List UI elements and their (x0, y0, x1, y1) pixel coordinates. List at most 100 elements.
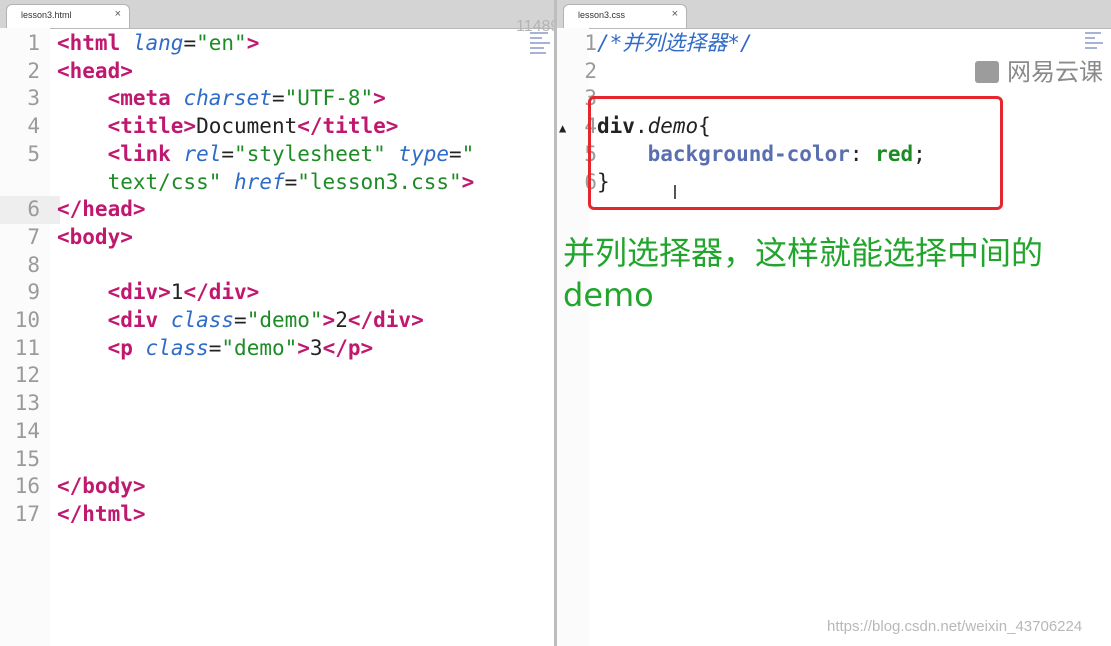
tab-label: lesson3.css (578, 10, 626, 20)
token: "stylesheet" (234, 141, 386, 166)
token: </html> (57, 501, 146, 526)
line-number: 9 (27, 280, 40, 305)
token: </title> (297, 114, 399, 139)
line-number: 15 (14, 446, 40, 471)
html-editor-pane[interactable]: lesson3.html × 1 <html lang="en"> 2 <head> 3… (0, 0, 554, 646)
html-code-area[interactable]: 1 <html lang="en"> 2 <head> 3 <meta charset=… (0, 28, 554, 646)
token: <head> (57, 58, 133, 83)
token: </div> (347, 308, 424, 332)
line-text: <div>1</div> (57, 278, 260, 306)
line-text: </head> (57, 195, 146, 223)
token: Document (196, 114, 298, 139)
token: type (398, 141, 449, 166)
line-number: 1 (584, 31, 597, 55)
token: </body> (57, 474, 146, 499)
token: rel (183, 141, 222, 166)
token: > (322, 308, 336, 332)
token: <p (107, 335, 133, 360)
line-number: 4 (27, 114, 40, 139)
close-icon[interactable]: × (672, 8, 678, 20)
token: "en" (196, 31, 247, 55)
token: = (221, 141, 235, 166)
token: text/css" (107, 169, 222, 194)
token: 2 (335, 308, 348, 332)
fold-arrow-icon[interactable]: ▲ (559, 121, 566, 135)
line-text: </body> (57, 472, 146, 500)
token: <div (107, 308, 159, 332)
line-number: 5 (27, 141, 40, 166)
line-text: text/css" href="lesson3.css"> (57, 168, 475, 196)
close-icon[interactable]: × (115, 8, 121, 20)
watermark-number: 1148931042 (516, 18, 554, 35)
token: class (145, 335, 209, 360)
token: <link (107, 141, 171, 166)
brand-logo-icon (975, 61, 999, 83)
brand-text: 网易云课 (1007, 58, 1103, 86)
line-text: /*并列选择器*/ (597, 29, 753, 57)
token: "demo" (221, 335, 298, 360)
token: = (183, 31, 197, 55)
token: > (297, 335, 310, 360)
token: <title> (107, 114, 197, 139)
line-number: 17 (14, 501, 40, 526)
token: </p> (322, 335, 374, 360)
token: = (208, 335, 222, 360)
line-number: 1 (27, 31, 40, 55)
token: </head> (57, 197, 146, 222)
line-number: 12 (14, 363, 40, 388)
css-editor-pane[interactable]: lesson3.css × 1/*并列选择器*/2 3 4 div.demo{5 ba… (557, 0, 1111, 646)
line-number: 11 (14, 335, 40, 360)
minimap[interactable] (530, 32, 552, 80)
highlight-box (588, 96, 1003, 210)
token: "UTF-8" (284, 86, 374, 111)
line-text: <title>Document</title> (57, 112, 399, 140)
line-text: <link rel="stylesheet" type=" (57, 140, 475, 168)
token: > (246, 31, 260, 55)
token: = (234, 308, 247, 332)
token: </div> (183, 280, 260, 305)
token: > (373, 86, 386, 111)
token: = (284, 169, 298, 194)
line-number: 6 (27, 197, 40, 222)
token: 1 (170, 280, 184, 305)
tab-lesson3-html[interactable]: lesson3.html × (6, 4, 130, 28)
line-number: 2 (27, 58, 40, 83)
line-text: <body> (57, 223, 133, 251)
annotation-text: 并列选择器，这样就能选择中间的 demo (563, 234, 1044, 314)
left-tab-bar: lesson3.html × (0, 0, 554, 29)
token: class (170, 308, 235, 332)
line-text: <p class="demo">3</p> (57, 334, 374, 362)
token: 3 (309, 335, 323, 360)
line-number: 14 (14, 418, 40, 443)
csdn-watermark: https://blog.csdn.net/weixin_43706224 (827, 618, 1083, 635)
line-text: </html> (57, 500, 146, 528)
tab-lesson3-css[interactable]: lesson3.css × (563, 4, 687, 28)
token: "lesson3.css" (297, 169, 462, 194)
token: href (234, 169, 285, 194)
line-text: <html lang="en"> (57, 29, 259, 57)
token: lang (132, 31, 184, 55)
line-number: 16 (14, 474, 40, 499)
token: /*并列选择器*/ (597, 31, 753, 55)
token: charset (183, 86, 272, 111)
line-number: 2 (584, 58, 597, 83)
line-text: <div class="demo">2</div> (57, 306, 424, 334)
line-number: 3 (27, 86, 40, 111)
brand-watermark: 网易云课 (975, 52, 1103, 87)
token: " (461, 141, 475, 166)
token: > (461, 169, 475, 194)
token: <html (57, 31, 121, 55)
line-number: 13 (14, 391, 40, 416)
line-number: 7 (27, 224, 40, 249)
